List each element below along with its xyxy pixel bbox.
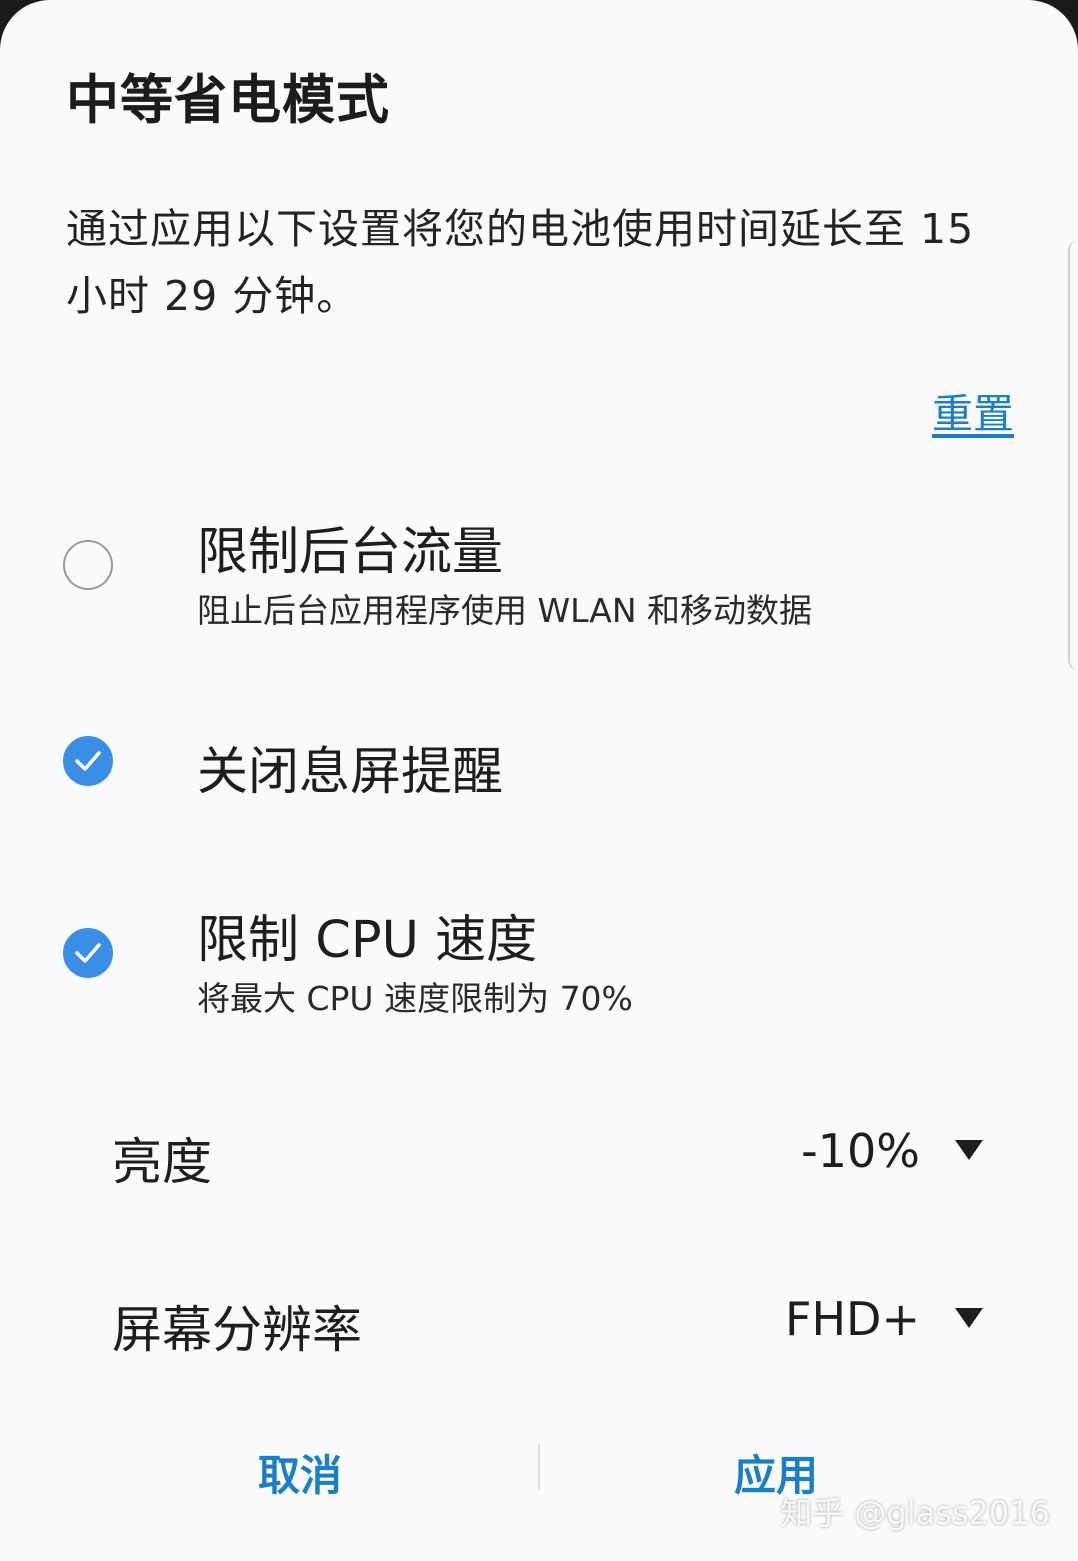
option-title: 限制 CPU 速度	[197, 911, 538, 970]
checkmark-icon	[75, 751, 101, 771]
option-checkbox-checked[interactable]	[63, 736, 113, 786]
option-limit-cpu-speed[interactable]: 限制 CPU 速度 将最大 CPU 速度限制为 70%	[0, 898, 1078, 1028]
reset-button[interactable]: 重置	[932, 380, 1014, 440]
resolution-dropdown-value[interactable]: FHD+	[785, 1292, 920, 1346]
dropdown-arrow-icon[interactable]	[955, 1308, 983, 1328]
setting-label: 亮度	[112, 1133, 212, 1191]
dialog-description: 通过应用以下设置将您的电池使用时间延长至 15 小时 29 分钟。	[66, 205, 975, 320]
watermark: 知乎 @glass2016	[780, 1494, 1050, 1532]
footer-divider	[538, 1444, 540, 1490]
cancel-button[interactable]: 取消	[258, 1442, 342, 1503]
option-turn-off-always-on-display[interactable]: 关闭息屏提醒	[0, 730, 1078, 810]
option-subtitle: 将最大 CPU 速度限制为 70%	[197, 979, 633, 1018]
brightness-dropdown-value[interactable]: -10%	[801, 1124, 920, 1178]
option-subtitle: 阻止后台应用程序使用 WLAN 和移动数据	[197, 591, 813, 630]
dropdown-arrow-icon[interactable]	[955, 1140, 983, 1160]
option-checkbox-unchecked[interactable]	[63, 540, 113, 590]
dialog-title: 中等省电模式	[66, 70, 390, 131]
setting-screen-resolution[interactable]: 屏幕分辨率 FHD+	[0, 1280, 1078, 1370]
option-title: 关闭息屏提醒	[197, 743, 504, 802]
option-checkbox-checked[interactable]	[63, 928, 113, 978]
setting-brightness[interactable]: 亮度 -10%	[0, 1112, 1078, 1202]
checkmark-icon	[75, 943, 101, 963]
battery-mode-dialog: 中等省电模式 通过应用以下设置将您的电池使用时间延长至 15 小时 29 分钟。…	[0, 0, 1078, 1561]
option-restrict-background-data[interactable]: 限制后台流量 阻止后台应用程序使用 WLAN 和移动数据	[0, 510, 1078, 640]
option-title: 限制后台流量	[197, 523, 504, 582]
setting-label: 屏幕分辨率	[112, 1301, 362, 1359]
